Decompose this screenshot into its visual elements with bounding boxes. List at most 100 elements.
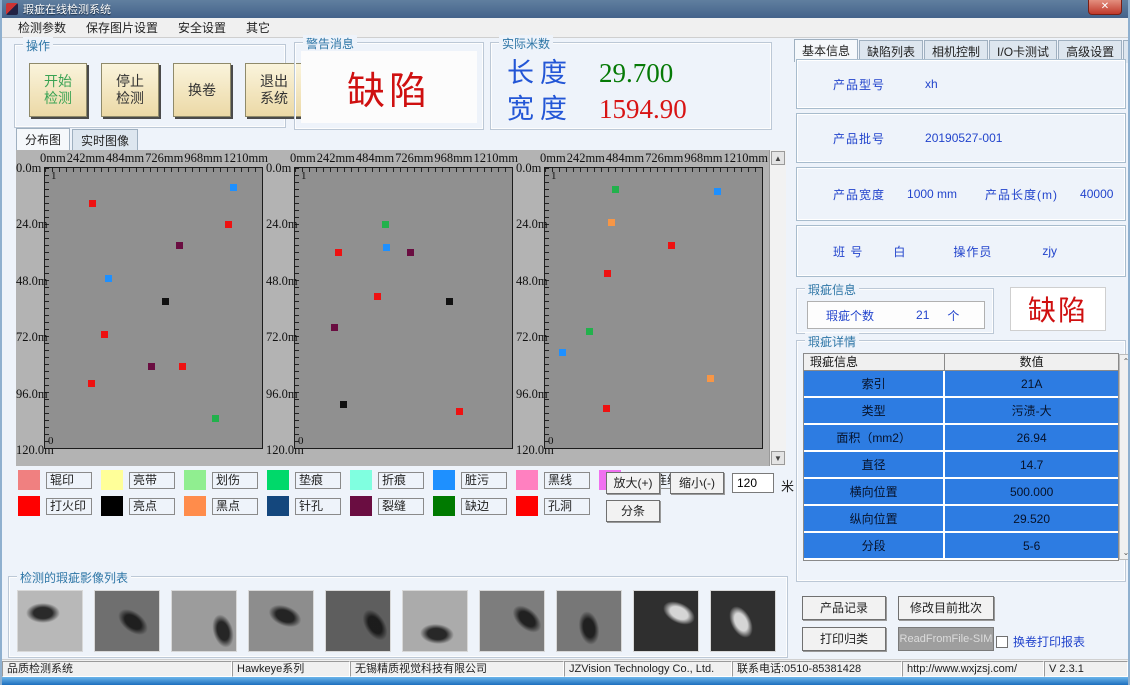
defect-point[interactable] (225, 221, 232, 228)
split-button[interactable]: 分条 (606, 500, 660, 522)
modify-batch-button[interactable]: 修改目前批次 (898, 596, 994, 620)
windows-taskbar[interactable] (0, 677, 1130, 685)
defect-point[interactable] (456, 408, 463, 415)
print-classify-button[interactable]: 打印归类 (802, 627, 886, 651)
row-value-cell: 5-6 (945, 533, 1118, 558)
legend-swatch (101, 496, 123, 516)
segment-label-top: 1 (301, 170, 307, 182)
op-button-stop[interactable]: 停止检测 (101, 63, 159, 117)
defect-thumbnail-5[interactable] (325, 590, 391, 652)
op-button-roll[interactable]: 换卷 (173, 63, 231, 117)
view-tab-2[interactable]: 实时图像 (72, 129, 138, 152)
print-on-rollchange-checkbox[interactable]: 换卷打印报表 (996, 633, 1085, 650)
defect-point[interactable] (148, 363, 155, 370)
defect-point[interactable] (608, 219, 615, 226)
legend-swatch (350, 470, 372, 490)
table-row[interactable]: 类型污渍-大 (804, 398, 1118, 425)
meters-input[interactable] (732, 473, 774, 493)
table-row[interactable]: 纵向位置29.520 (804, 506, 1118, 533)
defect-point[interactable] (707, 375, 714, 382)
batch-value: 20190527-001 (925, 131, 1002, 145)
legend-swatch (350, 496, 372, 516)
scatter-plot[interactable]: 10 (544, 167, 763, 449)
x-tick-label: 1210mm (724, 151, 768, 166)
defect-point[interactable] (105, 275, 112, 282)
defect-thumbnail-2[interactable] (94, 590, 160, 652)
defect-point[interactable] (335, 249, 342, 256)
row-value-cell: 14.7 (945, 452, 1118, 477)
op-button-start[interactable]: 开始检测 (29, 63, 87, 117)
y-tick-label: 24.0m (16, 217, 46, 232)
table-scroll-down-icon[interactable]: ⌄ (1120, 548, 1130, 557)
defect-details-group: 瑕疵详情 瑕疵信息 数值 ⌃ ⌄ 索引21A类型污渍-大面积（mm2）26.94… (796, 340, 1126, 582)
status-panel: Hawkeye系列 (232, 661, 350, 677)
menu-item-保存图片设置[interactable]: 保存图片设置 (76, 17, 168, 38)
menu-item-其它[interactable]: 其它 (236, 17, 280, 38)
table-row[interactable]: 直径14.7 (804, 452, 1118, 479)
checkbox-icon[interactable] (996, 636, 1008, 648)
legend-label: 划伤 (212, 472, 258, 489)
view-tab-1[interactable]: 分布图 (16, 128, 70, 151)
defect-point[interactable] (176, 242, 183, 249)
scroll-up-icon[interactable]: ▲ (771, 151, 785, 165)
table-row[interactable]: 索引21A (804, 371, 1118, 398)
defect-thumbnail-10[interactable] (710, 590, 776, 652)
defect-point[interactable] (374, 293, 381, 300)
defect-point[interactable] (88, 380, 95, 387)
scroll-down-icon[interactable]: ▼ (771, 451, 785, 465)
scatter-plot[interactable]: 10 (294, 167, 513, 449)
shift-label: 班 号 (833, 243, 863, 260)
defect-thumbnail-4[interactable] (248, 590, 314, 652)
defect-thumbnail-6[interactable] (402, 590, 468, 652)
zoom-in-button[interactable]: 放大(+) (606, 472, 660, 494)
y-tick-label: 0.0m (266, 161, 296, 176)
batch-row: 产品批号 20190527-001 (796, 113, 1126, 163)
legend-label: 黑点 (212, 498, 258, 515)
legend-item: 打火印 (18, 496, 92, 516)
defect-point[interactable] (559, 349, 566, 356)
defect-point[interactable] (586, 328, 593, 335)
defect-point[interactable] (612, 186, 619, 193)
table-row[interactable]: 分段5-6 (804, 533, 1118, 560)
table-scrollbar[interactable]: ⌃ ⌄ (1119, 354, 1130, 560)
product-record-button[interactable]: 产品记录 (802, 596, 886, 620)
legend-item: 划伤 (184, 470, 258, 490)
legend-item: 垫痕 (267, 470, 341, 490)
defect-point[interactable] (383, 244, 390, 251)
table-scroll-up-icon[interactable]: ⌃ (1120, 357, 1130, 366)
defect-point[interactable] (407, 249, 414, 256)
defect-thumbnail-3[interactable] (171, 590, 237, 652)
defect-point[interactable] (446, 298, 453, 305)
scatter-plot[interactable]: 10 (44, 167, 263, 449)
defect-point[interactable] (604, 270, 611, 277)
y-tick-label: 24.0m (266, 217, 296, 232)
meters-group: 实际米数 长度 29.700 宽度 1594.90 (490, 42, 772, 130)
length-value: 40000 (1080, 187, 1113, 201)
close-button[interactable]: ✕ (1088, 0, 1122, 15)
defect-point[interactable] (162, 298, 169, 305)
defect-point[interactable] (340, 401, 347, 408)
defect-point[interactable] (101, 331, 108, 338)
table-row[interactable]: 横向位置500.000 (804, 479, 1118, 506)
defect-point[interactable] (230, 184, 237, 191)
chart-scrollbar[interactable]: ▲ ▼ (769, 150, 786, 466)
menu-item-安全设置[interactable]: 安全设置 (168, 17, 236, 38)
defect-thumbnail-7[interactable] (479, 590, 545, 652)
defect-thumbnail-8[interactable] (556, 590, 622, 652)
defect-thumbnail-9[interactable] (633, 590, 699, 652)
defect-point[interactable] (668, 242, 675, 249)
defect-point[interactable] (603, 405, 610, 412)
legend-swatch (433, 470, 455, 490)
table-row[interactable]: 面积（mm2）26.94 (804, 425, 1118, 452)
read-from-file-button: ReadFromFile-SIM (898, 627, 994, 651)
legend-label: 垫痕 (295, 472, 341, 489)
defect-point[interactable] (179, 363, 186, 370)
defect-point[interactable] (714, 188, 721, 195)
defect-point[interactable] (382, 221, 389, 228)
menu-item-检测参数[interactable]: 检测参数 (8, 17, 76, 38)
defect-point[interactable] (331, 324, 338, 331)
zoom-out-button[interactable]: 缩小(-) (670, 472, 724, 494)
defect-thumbnail-1[interactable] (17, 590, 83, 652)
defect-point[interactable] (89, 200, 96, 207)
defect-point[interactable] (212, 415, 219, 422)
